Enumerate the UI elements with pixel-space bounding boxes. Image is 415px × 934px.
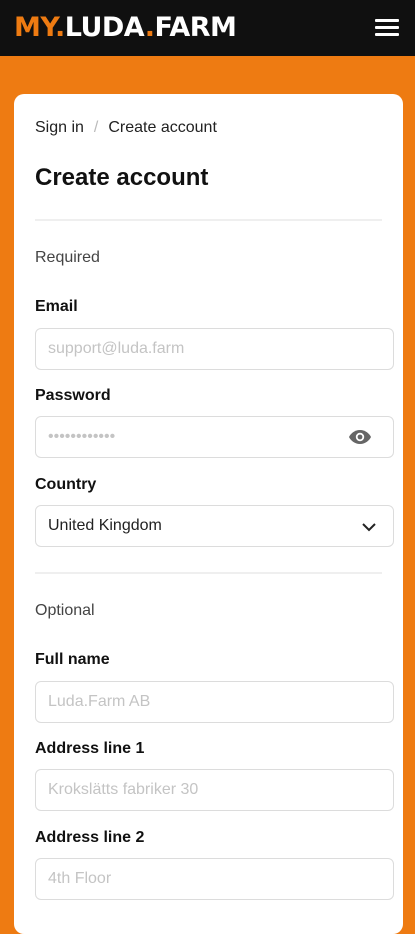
brand-logo[interactable]: MY.LUDA.FARM [14, 11, 237, 45]
chevron-down-icon [362, 523, 376, 532]
breadcrumb: Sign in / Create account [35, 119, 217, 137]
menu-line [375, 33, 399, 36]
top-bar: MY.LUDA.FARM [0, 0, 415, 56]
divider [35, 219, 382, 221]
breadcrumb-current: Create account [108, 119, 217, 136]
menu-line [375, 19, 399, 22]
logo-part-dot: . [144, 12, 155, 43]
country-select[interactable]: United Kingdom [35, 505, 394, 547]
address-line-2-label: Address line 2 [35, 829, 145, 846]
email-label: Email [35, 298, 78, 315]
logo-part-farm: FARM [154, 12, 237, 43]
country-selected-value: United Kingdom [48, 517, 162, 534]
required-section-label: Required [35, 249, 100, 266]
menu-line [375, 26, 399, 29]
optional-section-label: Optional [35, 602, 95, 619]
country-label: Country [35, 476, 97, 493]
create-account-card: Sign in / Create account Create account Re… [14, 94, 403, 934]
email-field[interactable] [35, 328, 394, 370]
logo-part-my: MY. [14, 12, 65, 43]
address-line-2-field[interactable] [35, 858, 394, 900]
password-field[interactable] [35, 416, 394, 458]
breadcrumb-sign-in-link[interactable]: Sign in [35, 119, 84, 136]
divider [35, 572, 382, 574]
password-label: Password [35, 387, 111, 404]
password-field-wrapper [35, 416, 394, 458]
full-name-field[interactable] [35, 681, 394, 723]
full-name-label: Full name [35, 651, 110, 668]
eye-icon[interactable] [348, 427, 372, 447]
address-line-1-label: Address line 1 [35, 740, 145, 757]
breadcrumb-separator: / [93, 119, 99, 136]
hamburger-menu-icon[interactable] [375, 17, 399, 37]
address-line-1-field[interactable] [35, 769, 394, 811]
page-title: Create account [35, 164, 209, 191]
eye-icon-svg [349, 430, 371, 444]
logo-part-luda: LUDA [64, 12, 145, 43]
